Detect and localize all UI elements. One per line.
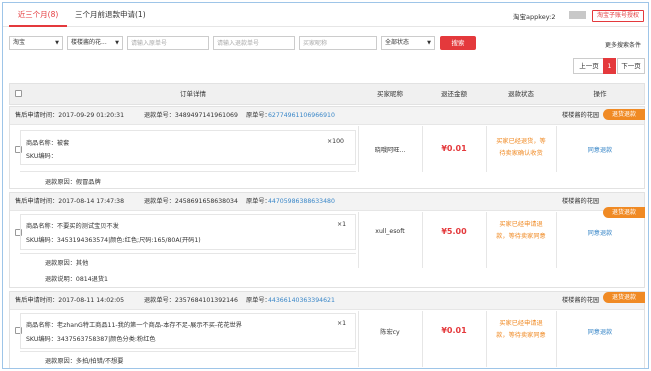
chevron-down-icon: ▼ bbox=[427, 40, 431, 46]
buyer-nick-input[interactable] bbox=[299, 36, 377, 50]
refund-status: 买家已经退货，等 待卖家确认收货 bbox=[486, 136, 556, 160]
more-conditions-link[interactable]: 更多搜索条件 bbox=[605, 40, 641, 49]
column-divider bbox=[422, 311, 423, 367]
product-qty: ×1 bbox=[337, 320, 347, 327]
orig-number-link[interactable]: 44366140363394621 bbox=[268, 292, 335, 310]
product-qty: ×1 bbox=[337, 221, 347, 228]
buyer-nick: 陈宏cy bbox=[380, 329, 400, 336]
refund-no-input[interactable] bbox=[213, 36, 295, 50]
search-button[interactable]: 搜索 bbox=[440, 36, 476, 50]
column-divider bbox=[358, 311, 359, 367]
chevron-down-icon: ▼ bbox=[115, 40, 119, 46]
product-qty: ×100 bbox=[327, 138, 344, 145]
refund-number: 退款单号：2357684101392146 bbox=[144, 297, 238, 304]
refund-status-line: 买家已经申请退 bbox=[499, 320, 543, 327]
order-block: 售后申请时间：2017-09-29 01:20:31 退款单号：34894971… bbox=[9, 106, 645, 189]
order-header: 售后申请时间：2017-09-29 01:20:31 退款单号：34894971… bbox=[10, 107, 644, 125]
refund-amount: ¥0.01 bbox=[441, 144, 467, 153]
header-buyer: 买家昵称 bbox=[377, 90, 403, 98]
apply-time: 售后申请时间：2017-08-14 17:47:38 bbox=[15, 198, 125, 205]
column-divider bbox=[422, 212, 423, 268]
product-name: 商品名称：不要买的测试宝贝不发 bbox=[26, 223, 119, 230]
refund-note: 退款说明：0814退货1 bbox=[45, 276, 108, 283]
return-refund-badge: 退货退款 bbox=[603, 207, 645, 218]
product-box: 商品名称：老zhanG特工商品11-我的第一个商品-本存不足-展示不买-花花世界… bbox=[20, 313, 356, 349]
shop-select[interactable]: 楼楼酱的花... ▼ bbox=[67, 36, 123, 50]
orig-no-input[interactable] bbox=[127, 36, 209, 50]
table-header: 订单详情 买家昵称 退还金额 退款状态 操作 bbox=[9, 83, 645, 105]
column-divider bbox=[358, 212, 359, 268]
product-name: 商品名称：老zhanG特工商品11-我的第一个商品-本存不足-展示不买-花花世界 bbox=[26, 322, 242, 329]
refund-number: 退款单号：2458691658638034 bbox=[144, 198, 238, 205]
refund-reason: 退款原因：其他 bbox=[45, 260, 89, 267]
refund-status-line: 买家已经申请退 bbox=[499, 221, 543, 228]
order-header: 售后申请时间：2017-08-11 14:02:05 退款单号：23576841… bbox=[10, 292, 644, 310]
refund-status-line: 待卖家确认收货 bbox=[499, 150, 543, 157]
refund-amount: ¥5.00 bbox=[441, 227, 467, 236]
shop-name: 楼楼酱的花园 bbox=[562, 297, 600, 304]
shop-name: 楼楼酱的花园 bbox=[562, 198, 600, 205]
product-box: 商品名称：不要买的测试宝贝不发 SKU编码：3453194363574|颜色:红… bbox=[20, 214, 356, 250]
shop-select-value: 楼楼酱的花... bbox=[71, 39, 107, 46]
column-divider bbox=[556, 212, 557, 268]
product-sku: SKU编码： bbox=[26, 153, 57, 160]
return-refund-badge: 退货退款 bbox=[603, 109, 645, 120]
header-action: 操作 bbox=[593, 90, 607, 98]
refund-reason: 退款原因：多拍/拍错/不想要 bbox=[45, 358, 124, 365]
platform-select-value: 淘宝 bbox=[13, 39, 26, 46]
product-sku: SKU编码：3453194363574|颜色:红色;尺码:165/80A(开码1… bbox=[26, 237, 201, 244]
tab-bar: 近三个月(8) 三个月前退款申请(1) 淘宝appkey:2 淘宝子账号授权 bbox=[3, 3, 648, 27]
product-box: 商品名称：被套 SKU编码： ×100 bbox=[20, 130, 356, 165]
refund-reason: 退款原因：假冒品牌 bbox=[45, 179, 101, 186]
header-refund-status: 退款状态 bbox=[508, 90, 534, 98]
refund-status-line: 买家已经退货，等 bbox=[496, 138, 546, 145]
status-select-value: 全部状态 bbox=[385, 39, 410, 46]
buyer-nick: 晓哦阿旺... bbox=[374, 147, 406, 154]
prev-page-button[interactable]: 上一页 bbox=[573, 58, 605, 74]
refund-status: 买家已经申请退 款，等待卖家同意 bbox=[486, 219, 556, 243]
refund-amount: ¥0.01 bbox=[441, 326, 467, 335]
refund-manager-window: 近三个月(8) 三个月前退款申请(1) 淘宝appkey:2 淘宝子账号授权 淘… bbox=[2, 2, 649, 369]
refund-status-line: 款，等待卖家同意 bbox=[496, 233, 546, 240]
apply-time: 售后申请时间：2017-09-29 01:20:31 bbox=[15, 112, 125, 119]
order-block: 售后申请时间：2017-08-14 17:47:38 退款单号：24586916… bbox=[9, 192, 645, 288]
tab-recent-three-months[interactable]: 近三个月(8) bbox=[9, 3, 67, 27]
platform-select[interactable]: 淘宝 ▼ bbox=[9, 36, 63, 50]
buyer-nick: xull_esoft bbox=[375, 228, 405, 235]
product-sku: SKU编码：3437563758387|颜色分类:粉红色 bbox=[26, 336, 156, 343]
return-refund-badge: 退货退款 bbox=[603, 292, 645, 303]
order-block: 售后申请时间：2017-08-11 14:02:05 退款单号：23576841… bbox=[9, 291, 645, 368]
header-order-detail: 订单详情 bbox=[180, 90, 206, 98]
column-divider bbox=[556, 311, 557, 367]
row-divider bbox=[20, 171, 356, 172]
chevron-down-icon: ▼ bbox=[55, 40, 59, 46]
product-name: 商品名称：被套 bbox=[26, 140, 70, 147]
appkey-redacted bbox=[569, 11, 586, 19]
shop-name: 楼楼酱的花园 bbox=[562, 112, 600, 119]
agree-refund-link[interactable]: 同意退款 bbox=[556, 145, 644, 154]
header-amount: 退还金额 bbox=[441, 90, 467, 98]
select-all-checkbox[interactable] bbox=[15, 90, 22, 97]
orig-number-link[interactable]: 44705986388633480 bbox=[268, 193, 335, 211]
agree-refund-link[interactable]: 同意退款 bbox=[556, 228, 644, 237]
appkey-label: 淘宝appkey:2 bbox=[513, 13, 556, 21]
refund-number: 退款单号：3489497141961069 bbox=[144, 112, 238, 119]
refund-status: 买家已经申请退 款，等待卖家同意 bbox=[486, 318, 556, 342]
refund-status-line: 款，等待卖家同意 bbox=[496, 332, 546, 339]
status-select[interactable]: 全部状态 ▼ bbox=[381, 36, 435, 50]
subaccount-auth-button[interactable]: 淘宝子账号授权 bbox=[592, 10, 644, 22]
row-divider bbox=[20, 253, 356, 254]
orig-number-link[interactable]: 62774961106966910 bbox=[268, 107, 335, 125]
agree-refund-link[interactable]: 同意退款 bbox=[556, 327, 644, 336]
order-header: 售后申请时间：2017-08-14 17:47:38 退款单号：24586916… bbox=[10, 193, 644, 211]
apply-time: 售后申请时间：2017-08-11 14:02:05 bbox=[15, 297, 125, 304]
next-page-button[interactable]: 下一页 bbox=[617, 58, 645, 74]
row-divider bbox=[20, 351, 356, 352]
tab-before-three-months[interactable]: 三个月前退款申请(1) bbox=[75, 3, 146, 27]
page-number-current[interactable]: 1 bbox=[603, 58, 616, 74]
